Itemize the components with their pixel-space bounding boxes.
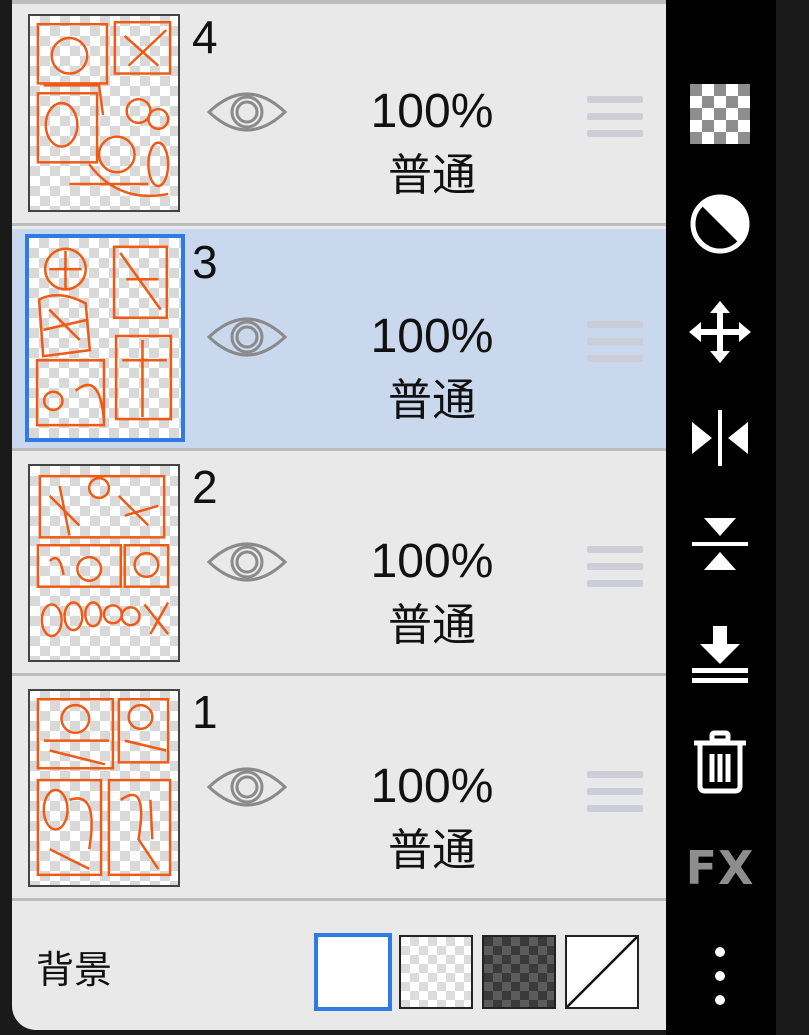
layer-row-4[interactable]: 4 100% 普通 bbox=[12, 4, 666, 226]
fx-label: FX bbox=[685, 841, 755, 895]
layers-window: 4 100% 普通 3 100% 普通 2 100% 普通 1 100% 普通 … bbox=[0, 0, 809, 1035]
layer-thumbnail[interactable] bbox=[28, 689, 180, 887]
flip-horizontal-icon[interactable] bbox=[686, 404, 754, 472]
more-icon[interactable] bbox=[686, 940, 754, 1008]
layer-blend-mode[interactable]: 普通 bbox=[342, 154, 522, 198]
flip-vertical-icon[interactable] bbox=[686, 510, 754, 578]
background-row: 背景 bbox=[12, 908, 666, 1030]
fx-icon[interactable]: FX bbox=[686, 834, 754, 902]
background-white-swatch[interactable] bbox=[314, 933, 392, 1011]
visibility-eye-icon[interactable] bbox=[206, 86, 288, 138]
layer-number: 4 bbox=[192, 11, 218, 63]
visibility-eye-icon[interactable] bbox=[206, 761, 288, 813]
layer-blend-mode[interactable]: 普通 bbox=[342, 829, 522, 873]
background-dark-checker-swatch[interactable] bbox=[482, 935, 556, 1009]
trash-icon[interactable] bbox=[686, 728, 754, 796]
layer-row-1[interactable]: 1 100% 普通 bbox=[12, 679, 666, 901]
layer-opacity[interactable]: 100% bbox=[342, 538, 522, 586]
layer-blend-mode[interactable]: 普通 bbox=[342, 379, 522, 423]
layer-opacity[interactable]: 100% bbox=[342, 313, 522, 361]
contrast-icon[interactable] bbox=[686, 190, 754, 258]
drag-handle-icon[interactable] bbox=[587, 321, 643, 367]
move-icon[interactable] bbox=[686, 298, 754, 366]
background-none-swatch[interactable] bbox=[565, 935, 639, 1009]
drag-handle-icon[interactable] bbox=[587, 546, 643, 592]
layer-panel: 4 100% 普通 3 100% 普通 2 100% 普通 1 100% 普通 … bbox=[12, 0, 666, 1030]
layer-number: 1 bbox=[192, 686, 218, 738]
drag-handle-icon[interactable] bbox=[587, 771, 643, 817]
layer-thumbnail[interactable] bbox=[25, 234, 185, 442]
layer-thumbnail[interactable] bbox=[28, 464, 180, 662]
layer-row-2[interactable]: 2 100% 普通 bbox=[12, 454, 666, 676]
drag-handle-icon[interactable] bbox=[587, 96, 643, 142]
layer-opacity[interactable]: 100% bbox=[342, 88, 522, 136]
layer-opacity[interactable]: 100% bbox=[342, 763, 522, 811]
visibility-eye-icon[interactable] bbox=[206, 311, 288, 363]
layer-row-3[interactable]: 3 100% 普通 bbox=[12, 229, 666, 451]
merge-down-icon[interactable] bbox=[686, 620, 754, 688]
layer-number: 3 bbox=[192, 236, 218, 288]
background-light-checker-swatch[interactable] bbox=[399, 935, 473, 1009]
window-edge bbox=[776, 0, 809, 1035]
background-label: 背景 bbox=[36, 950, 113, 992]
layer-toolbar: FX bbox=[666, 0, 776, 1035]
layer-thumbnail[interactable] bbox=[28, 14, 180, 212]
checker-icon[interactable] bbox=[686, 80, 754, 148]
layer-blend-mode[interactable]: 普通 bbox=[342, 604, 522, 648]
layer-number: 2 bbox=[192, 461, 218, 513]
visibility-eye-icon[interactable] bbox=[206, 536, 288, 588]
